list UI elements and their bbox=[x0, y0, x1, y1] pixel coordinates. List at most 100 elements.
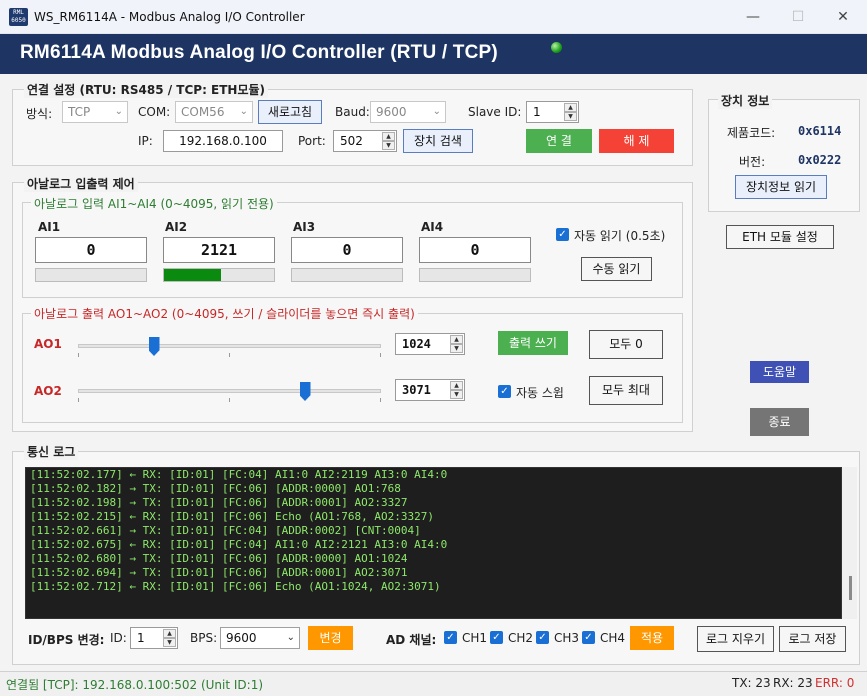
log-group-label: 통신 로그 bbox=[24, 443, 79, 460]
product-code-label: 제품코드: bbox=[727, 126, 776, 140]
change-button[interactable]: 변경 bbox=[308, 626, 353, 650]
chevron-down-icon: ⌄ bbox=[286, 632, 295, 643]
ch3-checkbox[interactable]: ✓ bbox=[536, 631, 549, 644]
id-label: ID: bbox=[110, 631, 127, 645]
app-icon: RML 6050 bbox=[9, 8, 28, 26]
ai3-label: AI3 bbox=[293, 220, 316, 234]
ai2-progress-fill bbox=[164, 269, 221, 281]
write-output-button[interactable]: 출력 쓰기 bbox=[498, 331, 568, 355]
slider-tick bbox=[380, 353, 381, 357]
analog-output-group bbox=[22, 313, 683, 423]
port-spinner[interactable]: 502 ▲ ▼ bbox=[333, 130, 397, 152]
log-line: [11:52:02.661] → TX: [ID:01] [FC:04] [AD… bbox=[30, 524, 421, 537]
baud-value: 9600 bbox=[376, 105, 407, 119]
all-zero-button[interactable]: 모두 0 bbox=[589, 330, 663, 359]
auto-read-checkbox[interactable]: ✓ bbox=[556, 228, 569, 241]
read-device-info-button[interactable]: 장치정보 읽기 bbox=[735, 175, 827, 199]
ao1-value: 1024 bbox=[402, 337, 431, 351]
device-info-group-label: 장치 정보 bbox=[718, 92, 773, 109]
ad-channel-label: AD 채널: bbox=[386, 633, 437, 647]
exit-button[interactable]: 종료 bbox=[750, 408, 809, 436]
bps-select[interactable]: 9600 ⌄ bbox=[220, 627, 300, 649]
id-spinner[interactable]: 1 ▲ ▼ bbox=[130, 627, 178, 649]
ao1-spinner[interactable]: 1024 ▲ ▼ bbox=[395, 333, 465, 355]
log-scrollbar-thumb[interactable] bbox=[849, 576, 852, 600]
help-button[interactable]: 도움말 bbox=[750, 361, 809, 383]
analog-input-group-label: 아날로그 입력 AI1~AI4 (0~4095, 읽기 전용) bbox=[31, 195, 277, 212]
minimize-button[interactable]: — bbox=[733, 6, 773, 28]
ai1-progress-bar bbox=[35, 268, 147, 282]
header-title: RM6114A Modbus Analog I/O Controller (RT… bbox=[20, 42, 498, 63]
spin-up-icon[interactable]: ▲ bbox=[564, 103, 577, 112]
log-line: [11:52:02.680] → TX: [ID:01] [FC:06] [AD… bbox=[30, 552, 408, 565]
spin-up-icon[interactable]: ▲ bbox=[450, 335, 463, 344]
clear-log-button[interactable]: 로그 지우기 bbox=[697, 626, 774, 652]
spin-up-icon[interactable]: ▲ bbox=[163, 629, 176, 638]
ch3-label: CH3 bbox=[554, 631, 580, 645]
spin-down-icon[interactable]: ▼ bbox=[450, 390, 463, 399]
port-value: 502 bbox=[340, 134, 363, 148]
ch2-label: CH2 bbox=[508, 631, 534, 645]
spin-down-icon[interactable]: ▼ bbox=[163, 638, 176, 647]
ao1-slider-thumb[interactable] bbox=[148, 337, 160, 356]
all-max-button[interactable]: 모두 최대 bbox=[589, 376, 663, 405]
mode-select[interactable]: TCP ⌄ bbox=[62, 101, 128, 123]
slave-id-label: Slave ID: bbox=[468, 105, 522, 119]
save-log-button[interactable]: 로그 저장 bbox=[779, 626, 846, 652]
spin-down-icon[interactable]: ▼ bbox=[382, 141, 395, 150]
chevron-down-icon: ⌄ bbox=[114, 106, 123, 117]
ch4-checkbox[interactable]: ✓ bbox=[582, 631, 595, 644]
slave-id-value: 1 bbox=[533, 105, 541, 119]
chevron-down-icon: ⌄ bbox=[432, 106, 441, 117]
ao2-spinner[interactable]: 3071 ▲ ▼ bbox=[395, 379, 465, 401]
header-banner: RM6114A Modbus Analog I/O Controller (RT… bbox=[0, 34, 867, 74]
ch1-label: CH1 bbox=[462, 631, 488, 645]
ao2-value: 3071 bbox=[402, 383, 431, 397]
ao2-slider-thumb[interactable] bbox=[299, 382, 311, 401]
ao1-slider[interactable] bbox=[78, 336, 381, 360]
maximize-button[interactable]: ☐ bbox=[778, 6, 818, 28]
ch4-label: CH4 bbox=[600, 631, 626, 645]
spin-down-icon[interactable]: ▼ bbox=[564, 112, 577, 121]
baud-select[interactable]: 9600 ⌄ bbox=[370, 101, 446, 123]
bps-label: BPS: bbox=[190, 631, 218, 645]
baud-label: Baud: bbox=[335, 105, 370, 119]
apply-button[interactable]: 적용 bbox=[630, 626, 674, 650]
ch1-checkbox[interactable]: ✓ bbox=[444, 631, 457, 644]
ai4-label: AI4 bbox=[421, 220, 444, 234]
ao2-label: AO2 bbox=[34, 384, 62, 398]
spin-up-icon[interactable]: ▲ bbox=[450, 381, 463, 390]
com-select[interactable]: COM56 ⌄ bbox=[175, 101, 253, 123]
window-title: WS_RM6114A - Modbus Analog I/O Controlle… bbox=[34, 10, 305, 24]
version-value: 0x0222 bbox=[798, 153, 842, 167]
ip-input[interactable]: 192.168.0.100 bbox=[163, 130, 283, 152]
slider-tick bbox=[380, 398, 381, 402]
ao1-slider-track bbox=[78, 344, 381, 348]
close-button[interactable]: ✕ bbox=[823, 6, 863, 28]
slider-tick bbox=[229, 398, 230, 402]
slider-tick bbox=[78, 353, 79, 357]
spin-down-icon[interactable]: ▼ bbox=[450, 344, 463, 353]
device-scan-button[interactable]: 장치 검색 bbox=[403, 129, 473, 153]
connection-group-label: 연결 설정 (RTU: RS485 / TCP: ETH모듈) bbox=[24, 81, 269, 98]
ip-label: IP: bbox=[138, 134, 153, 148]
log-line: [11:52:02.712] ← RX: [ID:01] [FC:06] Ech… bbox=[30, 580, 441, 593]
com-label: COM: bbox=[138, 105, 171, 119]
auto-read-label: 자동 읽기 (0.5초) bbox=[574, 229, 666, 243]
analog-io-group-label: 아날로그 입출력 제어 bbox=[24, 175, 138, 192]
refresh-button[interactable]: 새로고침 bbox=[258, 100, 322, 124]
disconnect-button[interactable]: 해 제 bbox=[599, 129, 674, 153]
log-output[interactable]: [11:52:02.177] ← RX: [ID:01] [FC:04] AI1… bbox=[25, 467, 842, 619]
ao2-slider[interactable] bbox=[78, 381, 381, 405]
ao1-label: AO1 bbox=[34, 337, 62, 351]
ch2-checkbox[interactable]: ✓ bbox=[490, 631, 503, 644]
manual-read-button[interactable]: 수동 읽기 bbox=[581, 257, 652, 281]
log-line: [11:52:02.694] → TX: [ID:01] [FC:06] [AD… bbox=[30, 566, 408, 579]
auto-sweep-checkbox[interactable]: ✓ bbox=[498, 385, 511, 398]
connect-button[interactable]: 연 결 bbox=[526, 129, 592, 153]
chevron-down-icon: ⌄ bbox=[239, 106, 248, 117]
eth-module-settings-button[interactable]: ETH 모듈 설정 bbox=[726, 225, 834, 249]
spin-up-icon[interactable]: ▲ bbox=[382, 132, 395, 141]
ai1-value: 0 bbox=[35, 237, 147, 263]
slave-id-spinner[interactable]: 1 ▲ ▼ bbox=[526, 101, 579, 123]
